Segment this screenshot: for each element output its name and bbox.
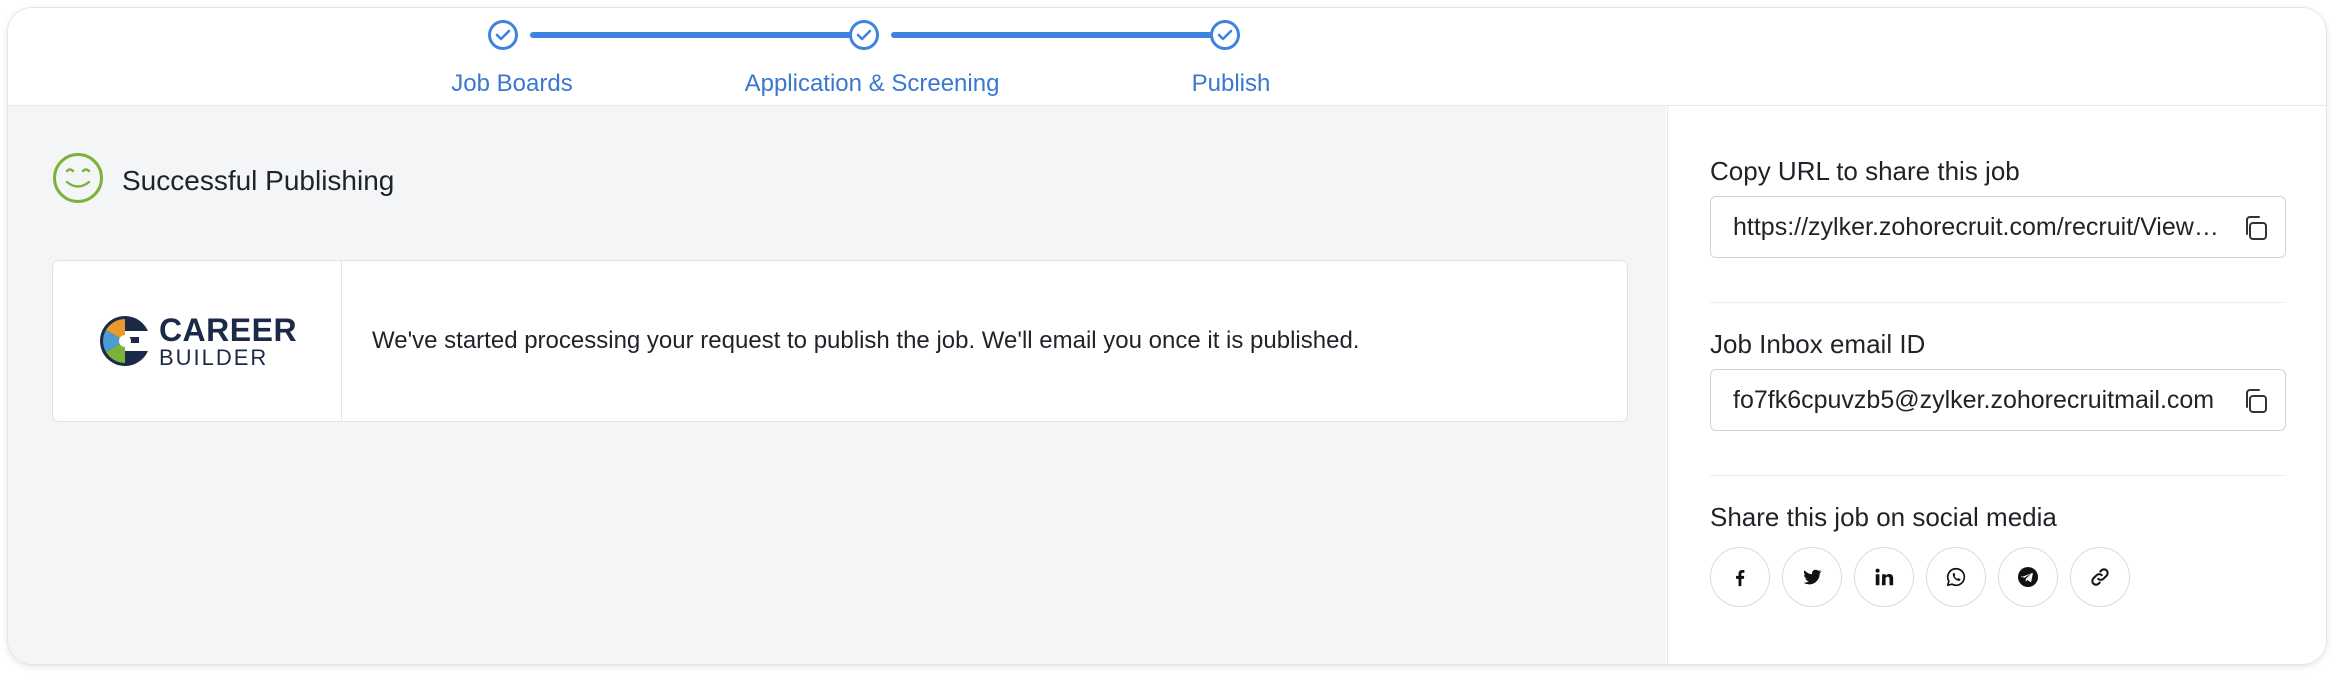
logo-line2: BUILDER xyxy=(158,344,269,370)
url-label: Copy URL to share this job xyxy=(1710,156,2020,186)
step-label-application-screening[interactable]: Application & Screening xyxy=(745,70,1000,98)
smiley-icon xyxy=(52,152,104,209)
linkedin-icon[interactable] xyxy=(1854,547,1914,607)
social-share-buttons xyxy=(1710,547,2142,607)
logo-line1: CAREER xyxy=(158,311,298,348)
copy-link-icon[interactable] xyxy=(2070,547,2130,607)
copy-email-icon[interactable] xyxy=(2241,387,2271,415)
publish-status-message: We've started processing your request to… xyxy=(372,327,1360,354)
job-inbox-email-field[interactable]: fo7fk6cpuvzb5@zylker.zohorecruitmail.com xyxy=(1710,369,2286,431)
telegram-icon[interactable] xyxy=(1998,547,2058,607)
job-url-field[interactable]: https://zylker.zohorecruit.com/recruit/V… xyxy=(1710,196,2286,258)
step-job-boards-check-icon[interactable] xyxy=(488,20,518,50)
stepper: Job Boards Application & Screening Publi… xyxy=(8,8,2326,106)
success-header: Successful Publishing xyxy=(52,152,394,209)
email-label: Job Inbox email ID xyxy=(1710,329,1926,359)
success-title: Successful Publishing xyxy=(122,164,395,196)
careerbuilder-wordmark: CAREER BUILDER xyxy=(159,314,297,369)
job-url-value[interactable]: https://zylker.zohorecruit.com/recruit/V… xyxy=(1733,213,2229,242)
job-inbox-email-value[interactable]: fo7fk6cpuvzb5@zylker.zohorecruitmail.com xyxy=(1733,386,2229,415)
careerbuilder-logo-mark xyxy=(99,316,153,366)
publish-card: Job Boards Application & Screening Publi… xyxy=(8,8,2326,664)
step-connector xyxy=(530,32,852,38)
facebook-icon[interactable] xyxy=(1710,547,1770,607)
step-publish-check-icon[interactable] xyxy=(1210,20,1240,50)
share-panel: Copy URL to share this job https://zylke… xyxy=(1667,106,2326,664)
whatsapp-icon[interactable] xyxy=(1926,547,1986,607)
copy-url-icon[interactable] xyxy=(2241,214,2271,242)
twitter-icon[interactable] xyxy=(1782,547,1842,607)
publish-status-panel: Successful Publishing CAREER BUILDER We'… xyxy=(8,106,1666,664)
divider xyxy=(1710,475,2286,476)
step-label-publish[interactable]: Publish xyxy=(1192,70,1271,98)
job-board-status-row: CAREER BUILDER We've started processing … xyxy=(52,260,1628,422)
careerbuilder-logo: CAREER BUILDER xyxy=(53,261,342,421)
step-connector xyxy=(891,32,1213,38)
social-label: Share this job on social media xyxy=(1710,502,2057,532)
step-application-check-icon[interactable] xyxy=(849,20,879,50)
divider xyxy=(1710,302,2286,303)
step-label-job-boards[interactable]: Job Boards xyxy=(451,70,572,98)
